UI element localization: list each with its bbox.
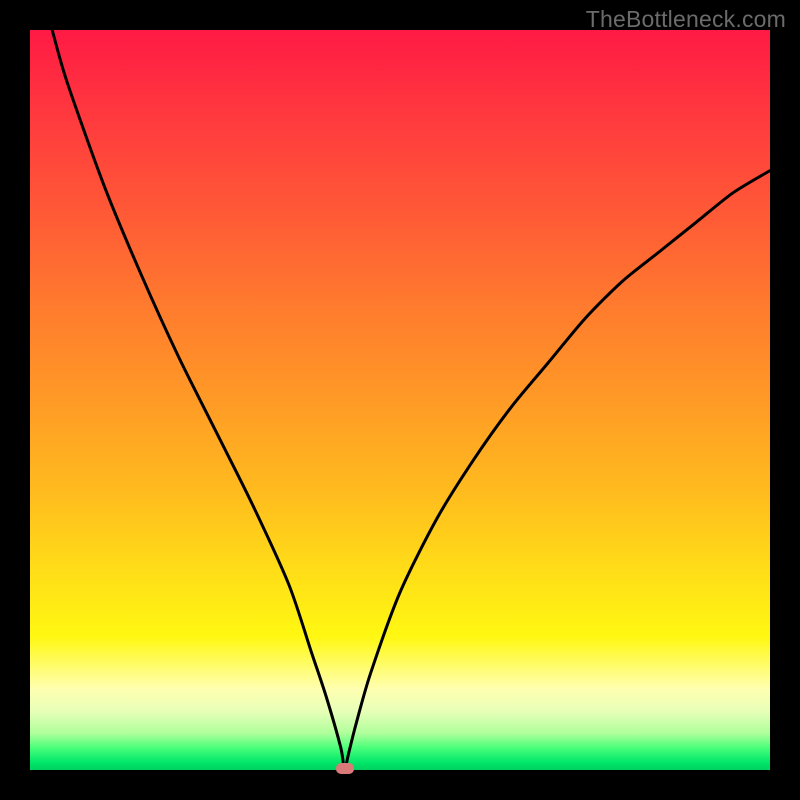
bottleneck-curve <box>30 30 770 770</box>
chart-frame: TheBottleneck.com <box>0 0 800 800</box>
minimum-marker <box>336 763 354 774</box>
plot-area <box>30 30 770 770</box>
watermark-text: TheBottleneck.com <box>586 6 786 33</box>
